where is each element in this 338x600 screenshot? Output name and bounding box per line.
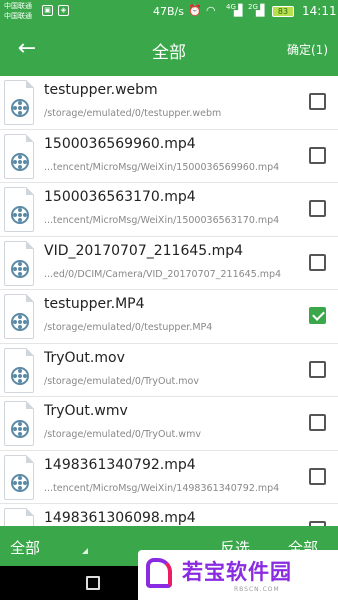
file-checkbox[interactable] [309, 360, 326, 378]
battery-icon: 83 [272, 6, 294, 17]
list-item[interactable]: TryOut.mov /storage/emulated/0/TryOut.mo… [0, 343, 338, 397]
file-path: /storage/emulated/0/testupper.MP4 [44, 322, 213, 333]
file-path: ...tencent/MicroMsg/WeiXin/1500036569960… [44, 161, 280, 173]
file-name: 1500036563170.mp4 [44, 189, 196, 205]
carrier-labels: 中国联通 中国联通 [4, 1, 32, 21]
file-checkbox[interactable] [309, 467, 326, 485]
file-name: 1500036569960.mp4 [44, 135, 196, 152]
file-path: ...tencent/MicroMsg/WeiXin/1500036563170… [44, 215, 280, 226]
file-name: 1498361340792.mp4 [44, 456, 196, 473]
file-path: ...ed/0/DCIM/Camera/VID_20170707_211645.… [44, 268, 282, 280]
video-file-icon [4, 347, 34, 393]
image-notification-icon: ▣ [42, 5, 53, 16]
video-file-icon [4, 401, 34, 446]
file-checkbox[interactable] [309, 146, 326, 164]
video-file-icon [4, 240, 34, 286]
file-checkbox[interactable] [309, 200, 326, 217]
list-item[interactable]: testupper.MP4 /storage/emulated/0/testup… [0, 290, 338, 344]
video-file-icon [4, 454, 34, 500]
file-name: VID_20170707_211645.mp4 [44, 242, 244, 259]
file-checkbox[interactable] [309, 93, 326, 110]
list-item[interactable]: 1498361306098.mp4 [0, 504, 338, 526]
file-checkbox[interactable] [309, 414, 326, 431]
dropdown-triangle-icon [82, 548, 88, 554]
list-item[interactable]: VID_20170707_211645.mp4 ...ed/0/DCIM/Cam… [0, 236, 338, 290]
file-path: ...tencent/MicroMsg/WeiXin/1498361340792… [44, 482, 280, 494]
filter-dropdown[interactable]: 全部 [10, 537, 40, 558]
signal-icon-2: ▟ [256, 4, 265, 17]
list-item[interactable]: TryOut.wmv /storage/emulated/0/TryOut.wm… [0, 397, 338, 451]
video-file-icon [4, 294, 34, 339]
confirm-button[interactable]: 确定(1) [287, 41, 328, 58]
app-notification-icon: ◈ [58, 5, 69, 16]
file-name: testupper.MP4 [44, 296, 145, 312]
brand-logo-icon [146, 558, 172, 588]
watermark-brand: 若宝软件园 [182, 560, 292, 584]
file-path: /storage/emulated/0/TryOut.wmv [44, 429, 201, 440]
file-name: TryOut.wmv [44, 403, 128, 419]
list-item[interactable]: 1498361340792.mp4 ...tencent/MicroMsg/We… [0, 450, 338, 504]
file-path: /storage/emulated/0/testupper.webm [44, 108, 222, 119]
file-name: TryOut.mov [44, 349, 125, 366]
signal-icon: ▟ [234, 4, 243, 17]
file-name: 1498361306098.mp4 [44, 510, 196, 526]
file-path: /storage/emulated/0/TryOut.mov [44, 375, 199, 387]
watermark: 若宝软件园 RBSCN.COM [138, 550, 338, 600]
list-item[interactable]: 1500036569960.mp4 ...tencent/MicroMsg/We… [0, 129, 338, 183]
file-checkbox-checked[interactable] [309, 307, 326, 324]
status-bar: 中国联通 中国联通 ▣ ◈ 47B/s ⏰ ◠ 4G ▟ 2G ▟ 83 14:… [0, 0, 338, 24]
title-bar: ← 全部 确定(1) [0, 24, 338, 76]
network-speed: 47B/s [153, 5, 184, 18]
file-name: testupper.webm [44, 82, 158, 98]
alarm-icon: ⏰ [188, 4, 202, 17]
home-icon[interactable] [86, 576, 100, 590]
video-file-icon [4, 508, 34, 526]
list-item[interactable]: testupper.webm /storage/emulated/0/testu… [0, 76, 338, 130]
list-item[interactable]: 1500036563170.mp4 ...tencent/MicroMsg/We… [0, 183, 338, 237]
carrier-2: 中国联通 [4, 12, 32, 20]
file-list: testupper.webm /storage/emulated/0/testu… [0, 76, 338, 526]
carrier-1: 中国联通 [4, 2, 32, 10]
video-file-icon [4, 187, 34, 232]
file-checkbox[interactable] [309, 253, 326, 271]
clock: 14:11 [302, 4, 337, 18]
video-file-icon [4, 133, 34, 179]
wifi-icon: ◠ [206, 4, 216, 17]
video-file-icon [4, 80, 34, 125]
watermark-site: RBSCN.COM [234, 586, 280, 593]
